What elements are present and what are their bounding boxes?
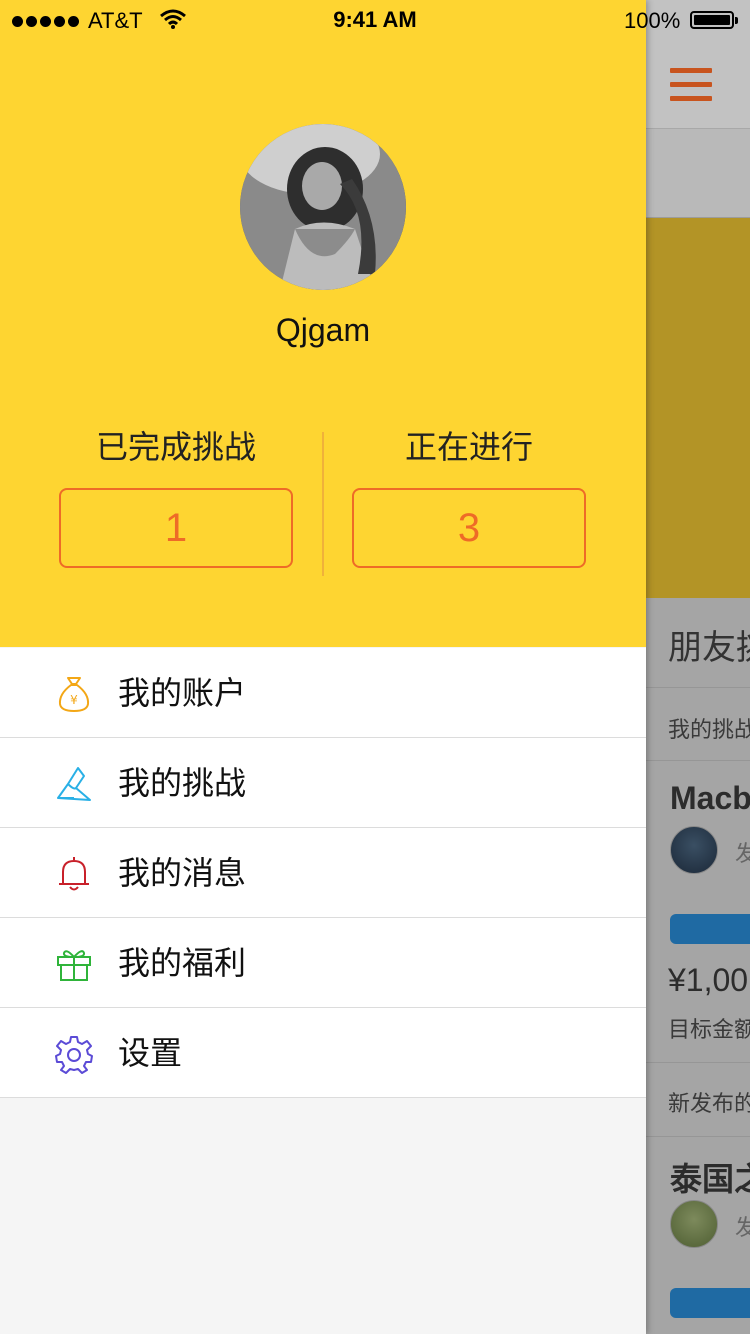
background-card-title: 泰国之: [670, 1161, 750, 1197]
progress-bar: [670, 914, 750, 944]
background-card-price: ¥1,00: [668, 962, 749, 998]
status-bar: AT&T 9:41 AM 100%: [0, 0, 750, 40]
menu-item-label: 我的账户: [118, 675, 247, 711]
drawer-menu: ¥ 我的账户 我的挑战 我的消息 我的福利 设置: [0, 648, 646, 1098]
battery-icon: [690, 11, 734, 29]
stat-completed-label: 已完成挑战: [95, 429, 256, 465]
background-card-meta: 发: [735, 1215, 750, 1240]
menu-item-messages[interactable]: 我的消息: [0, 828, 646, 918]
background-card-target: 目标金额: [668, 1017, 750, 1042]
stat-completed-value[interactable]: 1: [59, 488, 293, 568]
menu-item-settings[interactable]: 设置: [0, 1008, 646, 1098]
background-tab-label: 我的挑战: [668, 717, 750, 742]
battery-tip: [735, 17, 738, 24]
stats-divider: [322, 432, 324, 576]
menu-item-challenges[interactable]: 我的挑战: [0, 738, 646, 828]
background-section-title: 朋友挑: [668, 629, 750, 667]
bell-icon: [54, 854, 94, 894]
hamburger-menu-icon[interactable]: [670, 68, 712, 102]
background-card-title: Macb: [670, 780, 750, 816]
menu-item-label: 我的福利: [118, 945, 247, 981]
background-card-meta: 发: [735, 841, 750, 866]
background-new-label: 新发布的: [668, 1091, 750, 1116]
stat-in-progress: 正在进行 3: [352, 425, 586, 568]
menu-item-benefits[interactable]: 我的福利: [0, 918, 646, 1008]
profile-header: Qjgam 已完成挑战 1 正在进行 3: [0, 0, 646, 647]
stat-in-progress-value[interactable]: 3: [352, 488, 586, 568]
progress-bar: [670, 1288, 750, 1318]
menu-item-account[interactable]: ¥ 我的账户: [0, 648, 646, 738]
menu-item-label: 设置: [118, 1035, 183, 1071]
svg-text:¥: ¥: [70, 693, 78, 707]
money-bag-icon: ¥: [54, 674, 94, 714]
stat-completed: 已完成挑战 1: [59, 425, 293, 568]
challenge-icon: [54, 764, 94, 804]
profile-avatar[interactable]: [240, 124, 406, 290]
avatar: [670, 1200, 718, 1248]
battery-percentage: 100%: [624, 8, 681, 33]
username: Qjgam: [275, 312, 371, 348]
avatar-photo: [240, 124, 406, 290]
gift-icon: [54, 944, 94, 984]
gear-icon: [54, 1034, 94, 1074]
side-drawer: Qjgam 已完成挑战 1 正在进行 3 ¥ 我的账户 我的挑战 我的消息 我的…: [0, 0, 646, 1334]
stat-in-progress-label: 正在进行: [404, 429, 533, 465]
menu-item-label: 我的挑战: [118, 765, 247, 801]
avatar: [670, 826, 718, 874]
menu-item-label: 我的消息: [118, 855, 247, 891]
